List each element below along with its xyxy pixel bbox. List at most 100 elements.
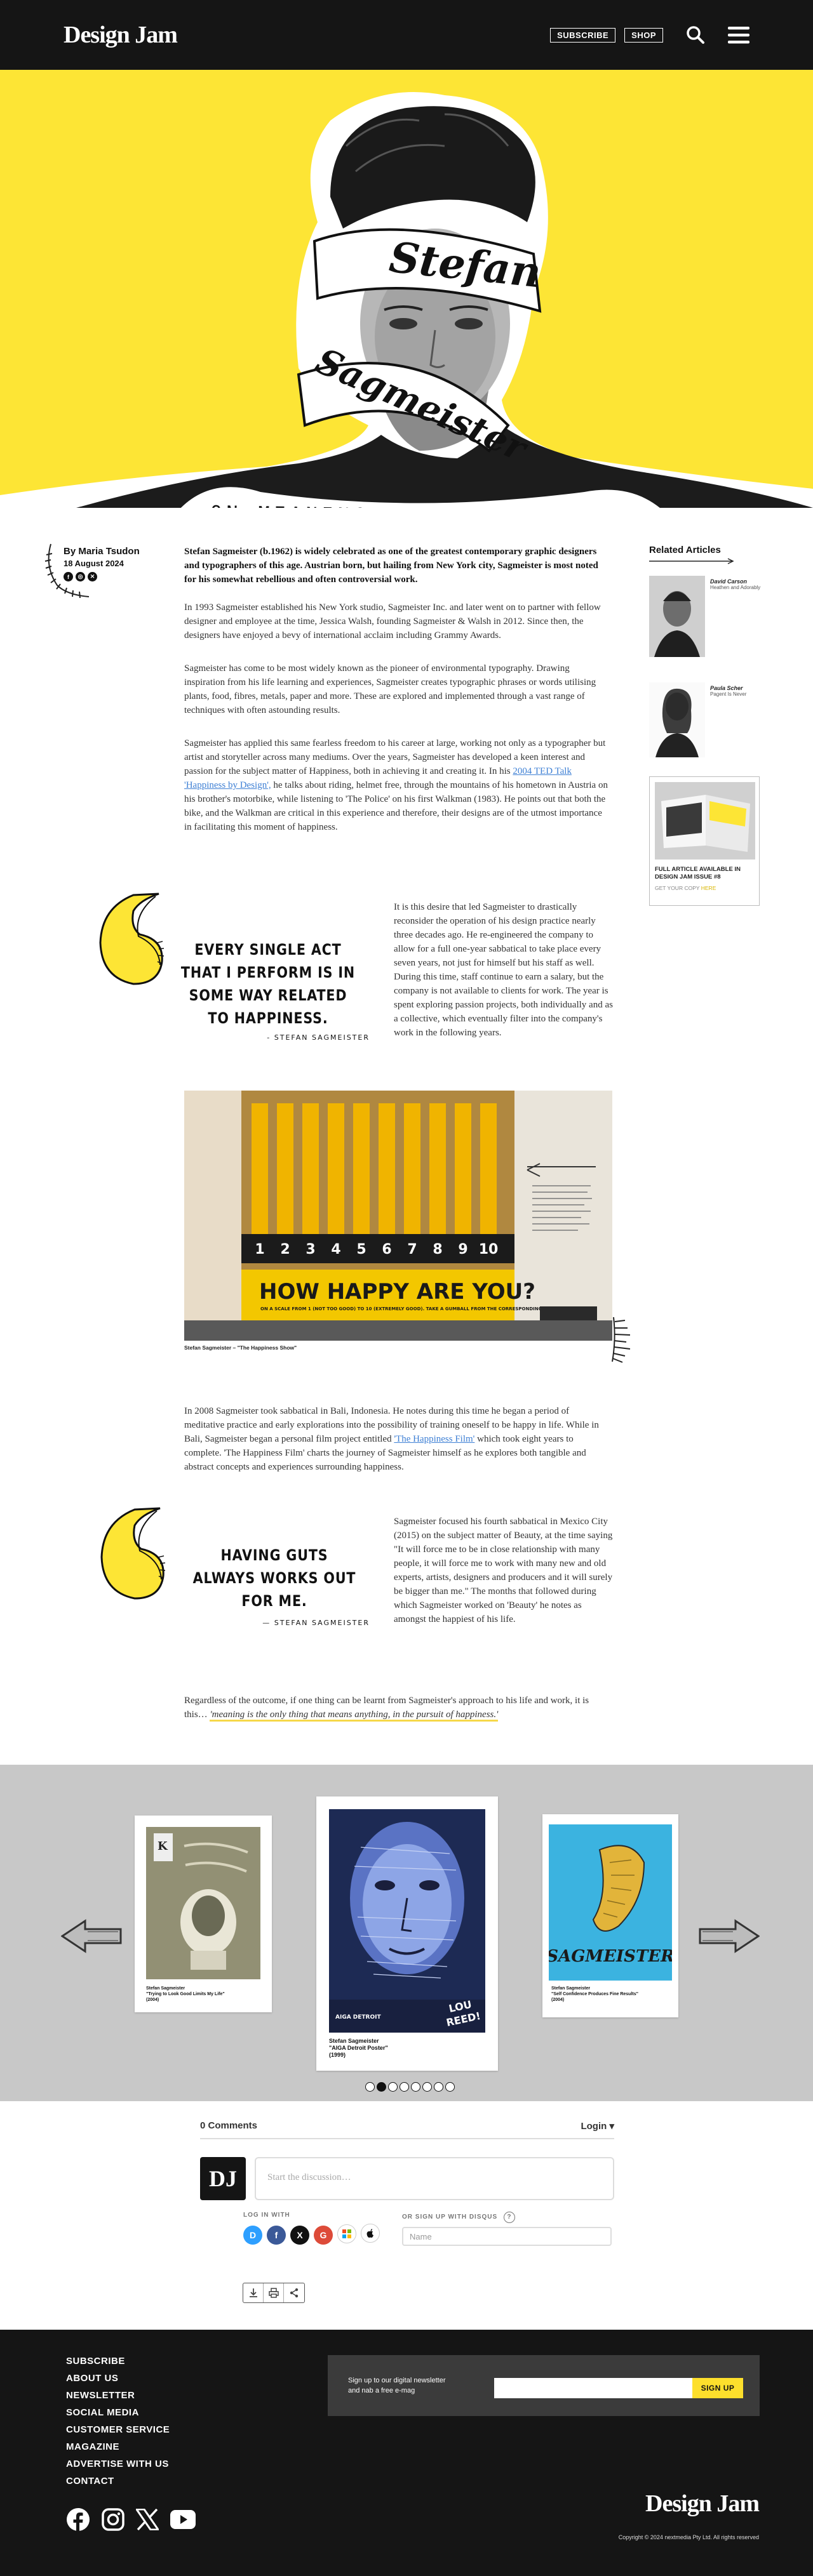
carousel-next-arrow-icon[interactable] (699, 1919, 760, 1953)
quote-mark-icon (99, 893, 165, 985)
footer-link-contact[interactable]: CONTACT (66, 2473, 170, 2490)
footer-link-social[interactable]: SOCIAL MEDIA (66, 2404, 170, 2421)
login-options: LOG IN WITH D f X G OR SIGN UP WITH DISQ… (243, 2212, 614, 2246)
carousel-card[interactable]: LOU REED! AIGA DETROIT Stefan Sagmeister… (316, 1796, 498, 2071)
byline-scribble-icon (44, 543, 90, 598)
youtube-icon[interactable] (170, 2510, 196, 2529)
carousel-pagination (365, 2082, 455, 2092)
disqus-login-icon[interactable]: D (243, 2226, 262, 2245)
svg-text:7: 7 (407, 1242, 417, 1258)
related-article-name: David Carson (710, 578, 748, 585)
article-paragraph: Sagmeister focused his fourth sabbatical… (394, 1517, 613, 1624)
carousel-prev-arrow-icon[interactable] (61, 1919, 122, 1953)
poster-carousel: K Stefan Sagmeister "Trying to Look Good… (0, 1765, 813, 2101)
instagram-icon[interactable] (102, 2508, 124, 2531)
article-column-side-2: Sagmeister focused his fourth sabbatical… (394, 1515, 614, 1640)
footer-link-magazine[interactable]: MAGAZINE (66, 2438, 170, 2455)
footer-link-customer-service[interactable]: CUSTOMER SERVICE (66, 2421, 170, 2438)
happiness-film-link[interactable]: 'The Happiness Film' (394, 1434, 474, 1444)
magazine-promo-card[interactable]: FULL ARTICLE AVAILABLE IN DESIGN JAM ISS… (649, 776, 760, 906)
apple-login-icon[interactable] (361, 2224, 380, 2243)
magazine-promo-text: FULL ARTICLE AVAILABLE IN DESIGN JAM ISS… (655, 866, 741, 880)
comment-count: 0 Comments (200, 2120, 258, 2131)
pull-quote-text: HAVING GUTS ALWAYS WORKS OUT FOR ME. (192, 1546, 356, 1610)
footer-link-subscribe[interactable]: SUBSCRIBE (66, 2353, 170, 2370)
related-article-sub: Pagent Is Never (710, 691, 747, 697)
article-paragraph: In 2008 Sagmeister took sabbatical in Ba… (184, 1406, 599, 1472)
carousel-card[interactable]: K Stefan Sagmeister "Trying to Look Good… (135, 1816, 272, 2012)
facebook-login-icon[interactable]: f (267, 2226, 286, 2245)
photo-caption: Stefan Sagmeister – "The Happiness Show" (184, 1344, 297, 1351)
print-icon[interactable] (264, 2283, 284, 2302)
highlighted-quote: 'meaning is the only thing that means an… (210, 1710, 499, 1722)
related-article-thumbnail[interactable] (649, 682, 705, 757)
carousel-dot[interactable] (411, 2082, 420, 2092)
article-column-side: It is this desire that led Sagmeister to… (394, 900, 614, 1054)
related-title: Related Articles (649, 545, 721, 555)
x-login-icon[interactable]: X (290, 2226, 309, 2245)
microsoft-login-icon[interactable] (337, 2224, 356, 2243)
magazine-link[interactable]: GET YOUR COPY HERE (655, 885, 754, 891)
facebook-icon[interactable] (66, 2507, 90, 2532)
article-paragraph: In 1993 Sagmeister established his New Y… (184, 602, 601, 641)
byline: By Maria Tsudon 18 August 2024 f ◎ ✕ (44, 543, 140, 598)
card-caption-year: (1999) (329, 2052, 346, 2058)
carousel-dot-active[interactable] (377, 2082, 386, 2092)
card-caption-title: "AIGA Detroit Poster" (329, 2045, 388, 2051)
footer-logo[interactable]: Design Jam (645, 2490, 760, 2518)
login-dropdown[interactable]: Login ▾ (581, 2120, 614, 2132)
svg-text:8: 8 (433, 1242, 442, 1258)
arrow-right-icon (649, 558, 734, 564)
name-input[interactable]: Name (402, 2227, 612, 2246)
article-paragraph: It is this desire that led Sagmeister to… (394, 902, 613, 1038)
newsletter-email-input[interactable] (494, 2378, 692, 2398)
photo-sign: HOW HAPPY ARE YOU? (259, 1279, 535, 1305)
comment-input[interactable]: Start the discussion… (255, 2157, 614, 2200)
related-article-item[interactable]: Paula Scher Pagent Is Never (649, 682, 761, 757)
login-provider-list: D f X G (243, 2224, 382, 2245)
article-column-top: Stefan Sagmeister (b.1962) is widely cel… (184, 545, 611, 848)
article-tools (243, 2283, 305, 2303)
article-paragraph: Regardless of the outcome, if one thing … (184, 1694, 611, 1722)
card-caption-artist: Stefan Sagmeister (329, 2038, 379, 2044)
svg-text:ON A SCALE FROM 1 (NOT TOO GOO: ON A SCALE FROM 1 (NOT TOO GOOD) TO 10 (… (260, 1306, 567, 1311)
article-paragraph: Sagmeister has applied this same fearles… (184, 738, 608, 832)
svg-text:6: 6 (382, 1242, 391, 1258)
footer-link-newsletter[interactable]: NEWSLETTER (66, 2387, 170, 2404)
newsletter-signup-button[interactable]: SIGN UP (692, 2378, 743, 2398)
carousel-dot[interactable] (422, 2082, 432, 2092)
svg-text:3: 3 (306, 1242, 315, 1258)
related-article-name: Paula Scher (710, 685, 743, 691)
carousel-card[interactable]: SAGMEISTER Stefan Sagmeister "Self Confi… (542, 1814, 678, 2017)
download-icon[interactable] (243, 2283, 264, 2302)
footer-link-about[interactable]: ABOUT US (66, 2370, 170, 2387)
carousel-dot[interactable] (445, 2082, 455, 2092)
related-article-thumbnail[interactable] (649, 576, 705, 657)
x-icon[interactable] (136, 2509, 159, 2530)
carousel-dot[interactable] (400, 2082, 409, 2092)
svg-text:4: 4 (331, 1242, 340, 1258)
related-article-item[interactable]: David Carson Heathen and Adorably (649, 576, 761, 657)
carousel-dot[interactable] (434, 2082, 443, 2092)
carousel-dot[interactable] (365, 2082, 375, 2092)
svg-text:AIGA DETROIT: AIGA DETROIT (335, 2014, 381, 2021)
svg-text:SAGMEISTER: SAGMEISTER (549, 1947, 672, 1966)
svg-text:2: 2 (280, 1242, 290, 1258)
login-with-label: LOG IN WITH (243, 2212, 290, 2219)
google-login-icon[interactable]: G (314, 2226, 333, 2245)
footer-nav: SUBSCRIBE ABOUT US NEWSLETTER SOCIAL MED… (66, 2353, 170, 2490)
card-caption-title: "Trying to Look Good Limits My Life" (146, 1992, 225, 1996)
pull-quote-attribution: - STEFAN SAGMEISTER (267, 1033, 370, 1042)
pull-quote-2: HAVING GUTS ALWAYS WORKS OUT FOR ME. — S… (179, 1544, 370, 1627)
poster-image: SAGMEISTER (549, 1824, 672, 1981)
footer-link-advertise[interactable]: ADVERTISE WITH US (66, 2455, 170, 2473)
signup-group: OR SIGN UP WITH DISQUS ? Name (402, 2212, 612, 2246)
footer-social-icons (66, 2507, 196, 2532)
help-icon[interactable]: ? (503, 2212, 515, 2223)
svg-text:10: 10 (479, 1242, 499, 1258)
svg-text:5: 5 (356, 1242, 366, 1258)
happiness-show-photo: 1 2 3 4 5 6 7 8 9 10 HOW HAPPY ARE YOU? … (184, 1091, 612, 1341)
share-icon[interactable] (284, 2283, 304, 2302)
carousel-dot[interactable] (388, 2082, 398, 2092)
svg-text:1: 1 (255, 1242, 264, 1258)
